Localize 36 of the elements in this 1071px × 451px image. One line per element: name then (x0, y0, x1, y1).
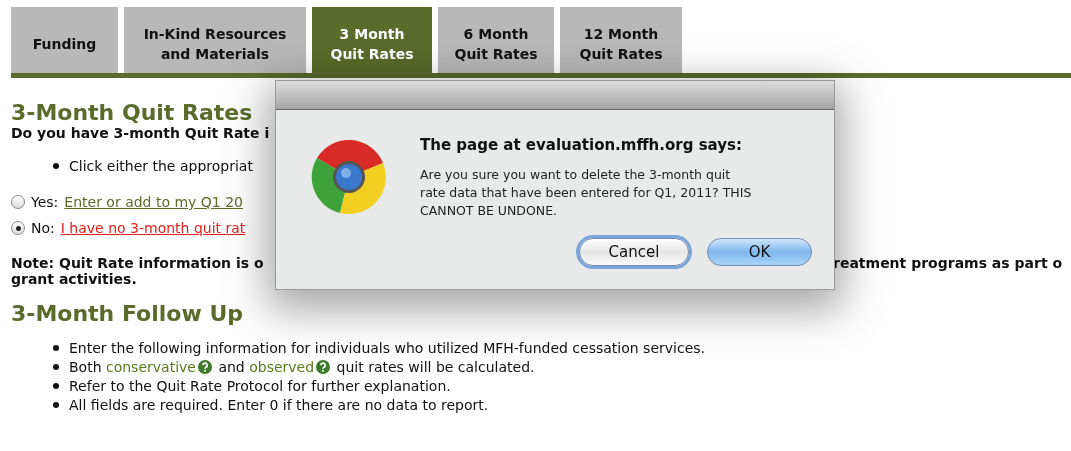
note-text: reatment programs as part o (833, 255, 1063, 271)
section-heading: 3-Month Quit Rates (11, 100, 253, 125)
radio-button[interactable] (11, 221, 25, 235)
instruction-text: Refer to the Quit Rate Protocol for further explanation. (69, 377, 451, 394)
help-icon[interactable] (316, 359, 331, 374)
option-link[interactable]: I have no 3-month quit rat (60, 220, 246, 236)
cancel-button[interactable]: Cancel (579, 238, 689, 266)
option-link[interactable]: Enter or add to my Q1 20 (64, 194, 243, 210)
tab[interactable]: In-Kind Resources and Materials (124, 7, 306, 73)
instruction-text: All fields are required. Enter 0 if there are no data to report. (69, 396, 489, 413)
bullet-icon (53, 163, 59, 169)
radio-button[interactable] (11, 195, 25, 209)
instruction-text: Enter the following information for individuals who utilized MFH-funded cessation services. (69, 339, 705, 356)
bullet-icon (53, 344, 59, 351)
bullet-icon (53, 401, 59, 408)
help-icon[interactable] (197, 359, 212, 374)
term-link[interactable]: conservative (106, 358, 196, 375)
ok-button[interactable]: OK (707, 238, 812, 266)
note-text: grant activities. (11, 271, 137, 287)
tab[interactable]: 6 Month Quit Rates (438, 7, 554, 73)
instruction-text: Click either the appropriat (69, 158, 253, 174)
instruction-text: Both conservative and observed quit rates will be calculated. (69, 358, 535, 375)
dialog-message: Are you sure you want to delete the 3-month quit rate data that have been entered for Q1, 2011? THIS CANNOT BE UNDONE. (420, 166, 753, 220)
tab[interactable]: Funding (11, 7, 118, 73)
question-text: Do you have 3-month Quit Rate i (11, 125, 270, 141)
round-logo-icon (310, 138, 388, 216)
term-link[interactable]: observed (249, 358, 315, 375)
note-text: Note: Quit Rate information is o (11, 255, 265, 271)
option-label: No: (31, 220, 55, 236)
option-label: Yes: (31, 194, 59, 210)
tab[interactable]: 3 Month Quit Rates (312, 7, 432, 73)
dialog-title: The page at evaluation.mffh.org says: (420, 136, 743, 154)
section-heading: 3-Month Follow Up (11, 301, 243, 326)
bullet-icon (53, 382, 59, 389)
tab[interactable]: 12 Month Quit Rates (560, 7, 682, 73)
bullet-icon (53, 363, 59, 370)
